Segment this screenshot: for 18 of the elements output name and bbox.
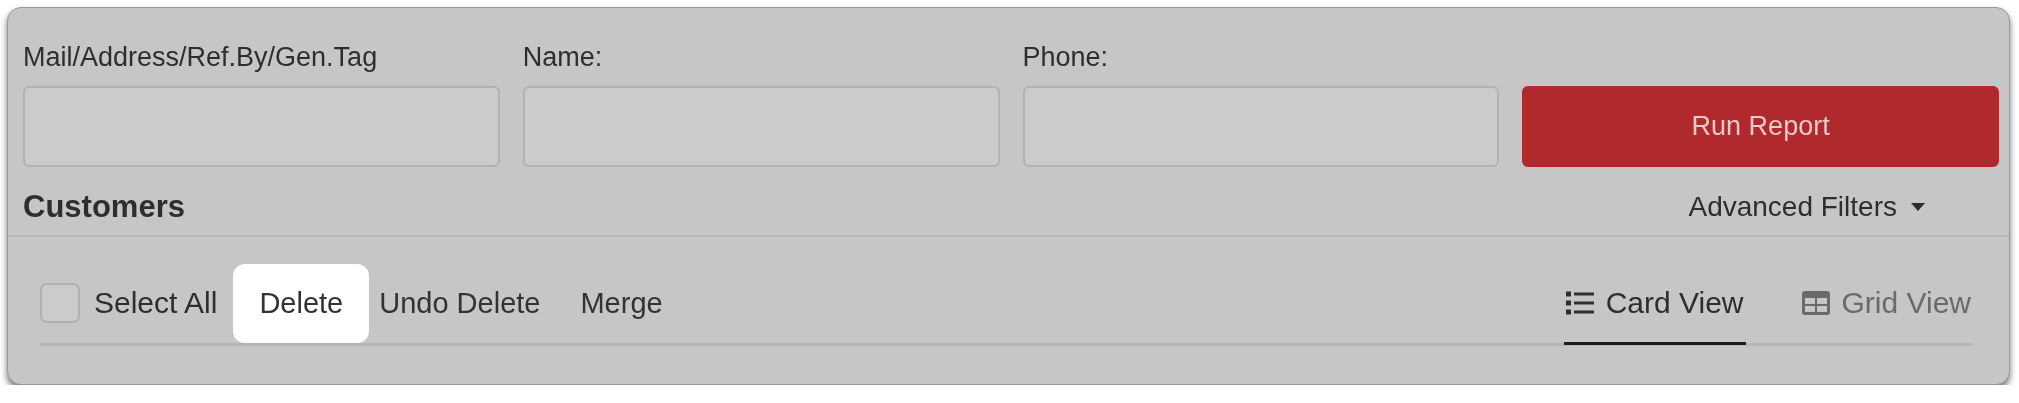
field-label: Mail/Address/Ref.By/Gen.Tag <box>23 41 379 74</box>
action-button[interactable]: Undo Delete <box>373 263 547 343</box>
list-icon <box>1565 291 1594 315</box>
field-label: Phone: <box>1022 41 1110 74</box>
caret-icon <box>1911 203 1925 211</box>
view-tab[interactable]: Card View <box>1563 264 1746 345</box>
section-title: Customers <box>23 189 185 225</box>
checkbox-label: Select All <box>94 286 218 320</box>
table-icon <box>1801 291 1830 315</box>
action-button[interactable]: Merge <box>574 263 669 343</box>
input-field[interactable] <box>522 86 1000 167</box>
checkbox[interactable] <box>40 283 80 323</box>
action-button[interactable]: Delete <box>233 263 370 343</box>
field-label: Name: <box>522 41 604 74</box>
advanced-filters-dropdown[interactable]: Advanced Filters <box>1688 191 1925 223</box>
input-field[interactable] <box>23 86 500 167</box>
input-field[interactable] <box>1022 86 1500 167</box>
run-report-button[interactable]: Run Report <box>1522 86 1999 167</box>
